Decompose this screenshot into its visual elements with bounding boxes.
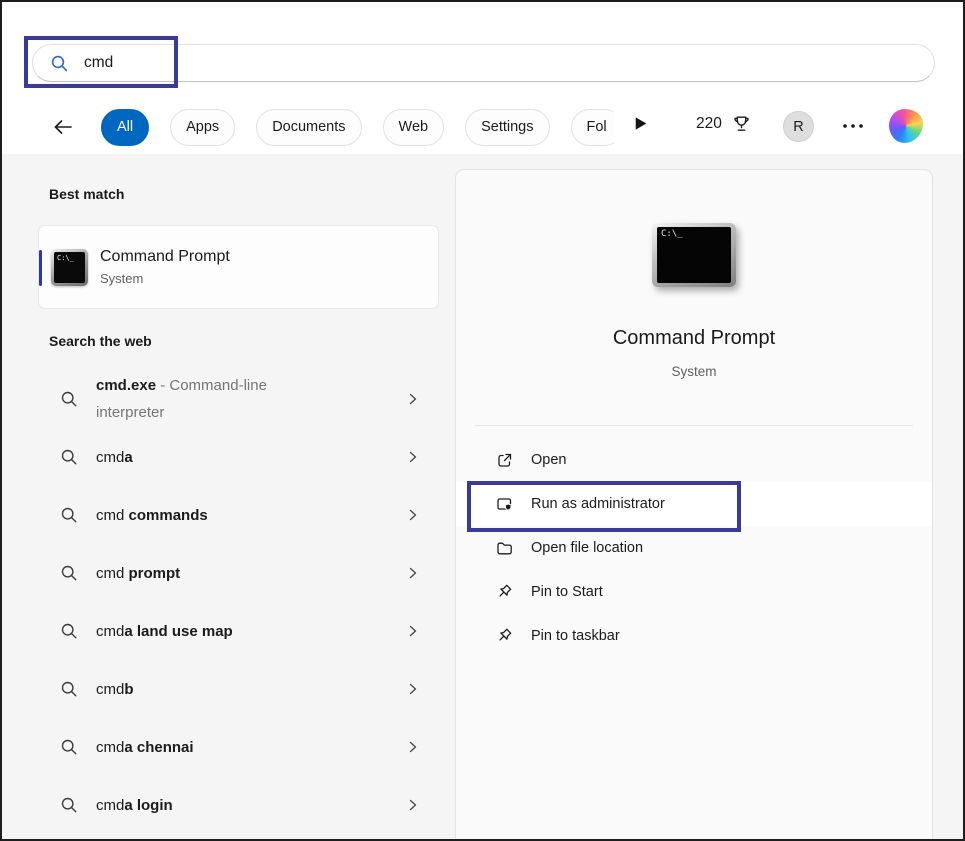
chevron-right-icon: [405, 739, 421, 755]
best-match-title: Command Prompt: [100, 248, 230, 265]
suggestion-text: cmdb: [96, 680, 134, 698]
preview-subtitle: System: [671, 364, 717, 379]
chevron-right-icon: [405, 681, 421, 697]
run-as-admin-icon: [497, 497, 512, 511]
suggestion-text: cmd commands: [96, 506, 208, 524]
web-suggestions-list: cmd.exe - Command-lineinterpreter cmda: [38, 370, 439, 834]
filter-tab[interactable]: Web: [382, 108, 445, 146]
best-match-subtitle: System: [100, 271, 144, 286]
suggestion-text: cmda login: [96, 796, 173, 814]
command-prompt-icon: C:\_: [51, 248, 88, 286]
web-suggestion-row[interactable]: cmda: [38, 428, 439, 486]
action-icon-slot: [495, 583, 514, 602]
search-suggestion-icon: [60, 622, 78, 640]
action-label: Open: [531, 452, 567, 468]
selection-indicator: [39, 250, 42, 286]
web-suggestion-row[interactable]: cmda land use map: [38, 602, 439, 660]
search-suggestion-icon: [60, 738, 78, 756]
pin-icon: [499, 584, 512, 597]
preview-title: Command Prompt: [612, 327, 776, 349]
command-prompt-icon-text: C:\_: [54, 251, 85, 283]
back-button[interactable]: [50, 114, 76, 140]
search-icon: [50, 54, 69, 73]
action-row[interactable]: Open file location: [456, 526, 932, 570]
user-avatar[interactable]: R: [783, 111, 814, 142]
action-row[interactable]: Run as administrator: [456, 482, 932, 526]
filter-tab[interactable]: Apps: [170, 108, 236, 146]
action-label: Open file location: [531, 540, 644, 556]
search-suggestion-icon: [60, 448, 78, 466]
action-label: Pin to Start: [531, 584, 603, 600]
more-options-button[interactable]: [841, 120, 865, 132]
suggestion-text: cmda land use map: [96, 622, 233, 640]
web-suggestion-row[interactable]: cmd.exe - Command-line interpreter: [38, 370, 439, 428]
suggestion-text: cmda: [96, 448, 133, 466]
filter-tab[interactable]: Documents: [256, 108, 362, 146]
action-icon-slot: [495, 495, 514, 514]
divider: [475, 425, 913, 426]
suggestion-text: cmd.exe - Command-line interpreter: [96, 377, 267, 421]
chevron-right-icon: [405, 391, 421, 407]
search-bar[interactable]: cmd: [32, 44, 935, 82]
best-match-heading: Best match: [49, 186, 125, 202]
action-icon-slot: [495, 451, 514, 470]
filter-tabs: All Apps Documents Web Settings Fol: [94, 108, 614, 146]
chevron-right-icon: [405, 797, 421, 813]
search-suggestion-icon: [60, 796, 78, 814]
actions-list: Open Run as administrator Open file loca…: [456, 438, 932, 658]
action-label: Run as administrator: [531, 496, 665, 512]
action-row[interactable]: Pin to taskbar: [456, 614, 932, 658]
web-suggestion-row[interactable]: cmda chennai: [38, 718, 439, 776]
search-suggestion-icon: [60, 680, 78, 698]
chevron-right-icon: [405, 449, 421, 465]
action-icon-slot: [495, 627, 514, 646]
chevron-right-icon: [405, 507, 421, 523]
copilot-icon: [889, 109, 923, 143]
action-row[interactable]: Open: [456, 438, 932, 482]
search-window: cmd All Apps Documents Web Settings Fol …: [0, 0, 965, 841]
chevron-right-icon: [405, 623, 421, 639]
web-suggestion-row[interactable]: cmdb: [38, 660, 439, 718]
preview-panel: C:\_ Command Prompt System Open Run as a…: [455, 169, 933, 839]
search-web-heading: Search the web: [49, 333, 152, 349]
action-icon-slot: [495, 539, 514, 558]
trophy-icon: [731, 114, 752, 135]
copilot-button[interactable]: [887, 107, 925, 145]
command-prompt-icon-large-text: C:\_: [657, 227, 731, 283]
web-suggestion-row[interactable]: cmda login: [38, 776, 439, 834]
web-suggestion-row[interactable]: cmd prompt: [38, 544, 439, 602]
search-suggestion-icon: [60, 506, 78, 524]
rewards-button[interactable]: 220: [696, 110, 752, 138]
back-arrow-icon: [54, 120, 72, 134]
filter-tab[interactable]: Fol: [570, 108, 614, 146]
folder-icon: [497, 542, 512, 554]
filter-tab[interactable]: Settings: [465, 108, 550, 146]
open-icon: [498, 453, 512, 467]
rewards-points: 220: [696, 115, 722, 132]
search-query-text: cmd: [84, 54, 114, 71]
search-suggestion-icon: [60, 564, 78, 582]
suggestion-text: cmda chennai: [96, 738, 194, 756]
action-label: Pin to taskbar: [531, 628, 620, 644]
search-suggestion-icon: [60, 390, 78, 408]
play-button[interactable]: [632, 115, 652, 135]
best-match-text: Command Prompt System: [100, 248, 230, 286]
filter-tab[interactable]: All: [101, 108, 150, 146]
play-icon: [635, 117, 647, 130]
chevron-right-icon: [405, 565, 421, 581]
web-suggestion-row[interactable]: cmd commands: [38, 486, 439, 544]
pin-icon: [499, 628, 512, 641]
ellipsis-icon: [843, 124, 863, 128]
action-row[interactable]: Pin to Start: [456, 570, 932, 614]
best-match-item[interactable]: C:\_ Command Prompt System: [38, 225, 439, 309]
suggestion-text: cmd prompt: [96, 564, 181, 582]
command-prompt-icon-large: C:\_: [652, 223, 736, 287]
